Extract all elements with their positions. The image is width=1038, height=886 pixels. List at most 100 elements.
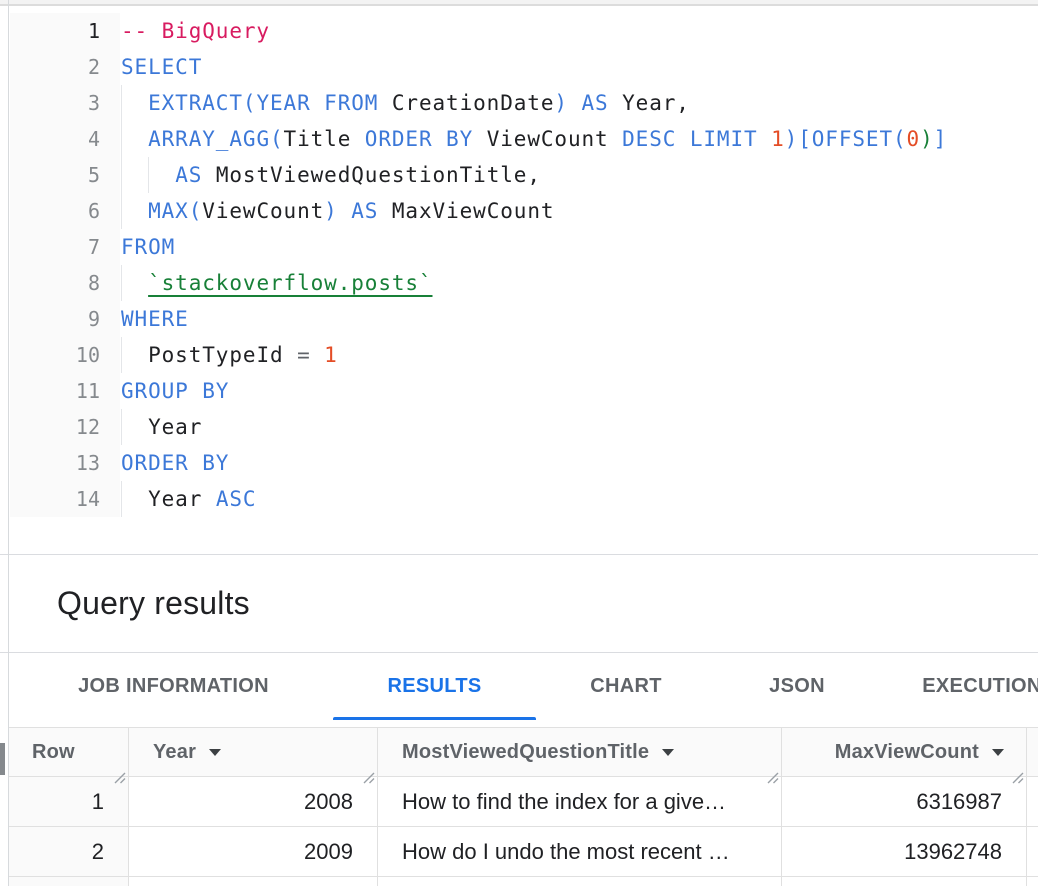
left-scrollbar-thumb[interactable] [0, 743, 5, 775]
cell-partial [1027, 877, 1038, 886]
code-line[interactable]: GROUP BY [121, 373, 1038, 409]
sort-dropdown-icon[interactable] [209, 749, 221, 756]
tab-job-information[interactable]: JOB INFORMATION [14, 653, 333, 727]
code-token: ] [934, 127, 948, 151]
column-header-maxviewcount: MaxViewCount [782, 727, 1027, 777]
code-token: ORDER BY [121, 451, 229, 475]
sort-dropdown-icon[interactable] [992, 749, 1004, 756]
code-token: ARRAY_AGG( [148, 127, 283, 151]
code-token: = [297, 343, 324, 367]
code-token: 1 [324, 343, 338, 367]
tab-label: CHART [590, 675, 662, 698]
tab-bar: JOB INFORMATION RESULTS CHART JSON EXECUTION… [0, 653, 1038, 727]
cell-year: 2008 [129, 777, 378, 827]
results-table: RowYearMostViewedQuestionTitleMaxViewCou… [0, 727, 1038, 884]
cell-row: 1 [8, 777, 129, 827]
line-number: 14 [10, 481, 120, 517]
code-line[interactable]: SELECT [121, 49, 1038, 85]
code-token: MAX( [148, 199, 202, 223]
cell-maxviewcount: 6316987 [782, 777, 1027, 827]
code-token: PostTypeId [148, 343, 297, 367]
code-token: CreationDate [392, 91, 555, 115]
indent-guide-line [121, 337, 122, 373]
resize-grip-icon [361, 770, 375, 784]
cell-partial [782, 877, 1027, 886]
code-token: WHERE [121, 307, 189, 331]
tab-label: RESULTS [388, 675, 482, 698]
code-token: MaxViewCount [392, 199, 555, 223]
code-line[interactable]: Year [121, 409, 1038, 445]
code-line[interactable]: PostTypeId = 1 [121, 337, 1038, 373]
code-token: Year, [622, 91, 690, 115]
query-results-header: Query results [0, 555, 1038, 653]
line-number: 5 [10, 157, 120, 193]
indent-guide-line [121, 157, 122, 193]
code-line[interactable]: ORDER BY [121, 445, 1038, 481]
code-token [121, 271, 148, 295]
cell-partial [8, 877, 129, 886]
line-number: 4 [10, 121, 120, 157]
cell-filler [1027, 777, 1038, 827]
code-token: ) [920, 127, 934, 151]
code-line[interactable]: Year ASC [121, 481, 1038, 517]
column-resize-handle[interactable] [112, 767, 126, 781]
code-token: DESC LIMIT [622, 127, 771, 151]
code-token: SELECT [121, 55, 202, 79]
code-line[interactable]: `stackoverflow.posts` [121, 265, 1038, 301]
results-grid: RowYearMostViewedQuestionTitleMaxViewCou… [8, 727, 1038, 886]
code-token: )[OFFSET( [785, 127, 907, 151]
code-area[interactable]: -- BigQuery SELECT EXTRACT(YEAR FROM Crea… [120, 13, 1038, 554]
line-number: 11 [10, 373, 120, 409]
code-line[interactable]: EXTRACT(YEAR FROM CreationDate) AS Year, [121, 85, 1038, 121]
cell-partial [378, 877, 782, 886]
code-line[interactable]: AS MostViewedQuestionTitle, [121, 157, 1038, 193]
code-token: 1 [771, 127, 785, 151]
cell-mostviewedquestiontitle: How to find the index for a give… [378, 777, 782, 827]
code-token: EXTRACT(YEAR FROM [148, 91, 392, 115]
line-number: 3 [10, 85, 120, 121]
code-token: ASC [216, 487, 257, 511]
cell-partial [129, 877, 378, 886]
left-scrollbar-track[interactable] [0, 727, 8, 884]
code-line[interactable]: WHERE [121, 301, 1038, 337]
resize-grip-icon [765, 770, 779, 784]
line-number: 10 [10, 337, 120, 373]
cell-mostviewedquestiontitle: How do I undo the most recent … [378, 827, 782, 877]
tab-execution-details[interactable]: EXECUTION DETAILS [878, 653, 1038, 727]
column-resize-handle[interactable] [1010, 767, 1024, 781]
resize-grip-icon [1010, 770, 1024, 784]
column-resize-handle[interactable] [361, 767, 375, 781]
code-line[interactable]: ARRAY_AGG(Title ORDER BY ViewCount DESC … [121, 121, 1038, 157]
tab-label: EXECUTION DETAILS [922, 675, 1038, 698]
tab-json[interactable]: JSON [716, 653, 878, 727]
sql-editor[interactable]: 1234567891011121314 -- BigQuerySELECT EX… [0, 6, 1038, 555]
line-number: 12 [10, 409, 120, 445]
code-line[interactable]: MAX(ViewCount) AS MaxViewCount [121, 193, 1038, 229]
editor-gutter: 1234567891011121314 [10, 13, 120, 517]
code-token: ) AS [324, 199, 392, 223]
code-line[interactable]: -- BigQuery [121, 13, 1038, 49]
column-resize-handle[interactable] [765, 767, 779, 781]
code-token: ViewCount [202, 199, 324, 223]
indent-guide-line [148, 157, 149, 193]
code-token: AS [175, 163, 216, 187]
code-token [121, 127, 148, 151]
code-token [121, 343, 148, 367]
tab-label: JOB INFORMATION [78, 675, 269, 698]
code-token [121, 487, 148, 511]
line-number: 2 [10, 49, 120, 85]
line-number: 13 [10, 445, 120, 481]
tab-chart[interactable]: CHART [536, 653, 716, 727]
indent-guide-line [121, 481, 122, 517]
code-token: Title [284, 127, 365, 151]
code-token: Year [148, 487, 216, 511]
tab-results[interactable]: RESULTS [333, 653, 536, 727]
code-token: `stackoverflow.posts` [148, 271, 432, 295]
code-token: ORDER BY [365, 127, 487, 151]
code-line[interactable]: FROM [121, 229, 1038, 265]
cell-maxviewcount: 13962748 [782, 827, 1027, 877]
sort-dropdown-icon[interactable] [662, 749, 674, 756]
code-token: GROUP BY [121, 379, 229, 403]
indent-guide-line [121, 265, 122, 301]
cell-year: 2009 [129, 827, 378, 877]
